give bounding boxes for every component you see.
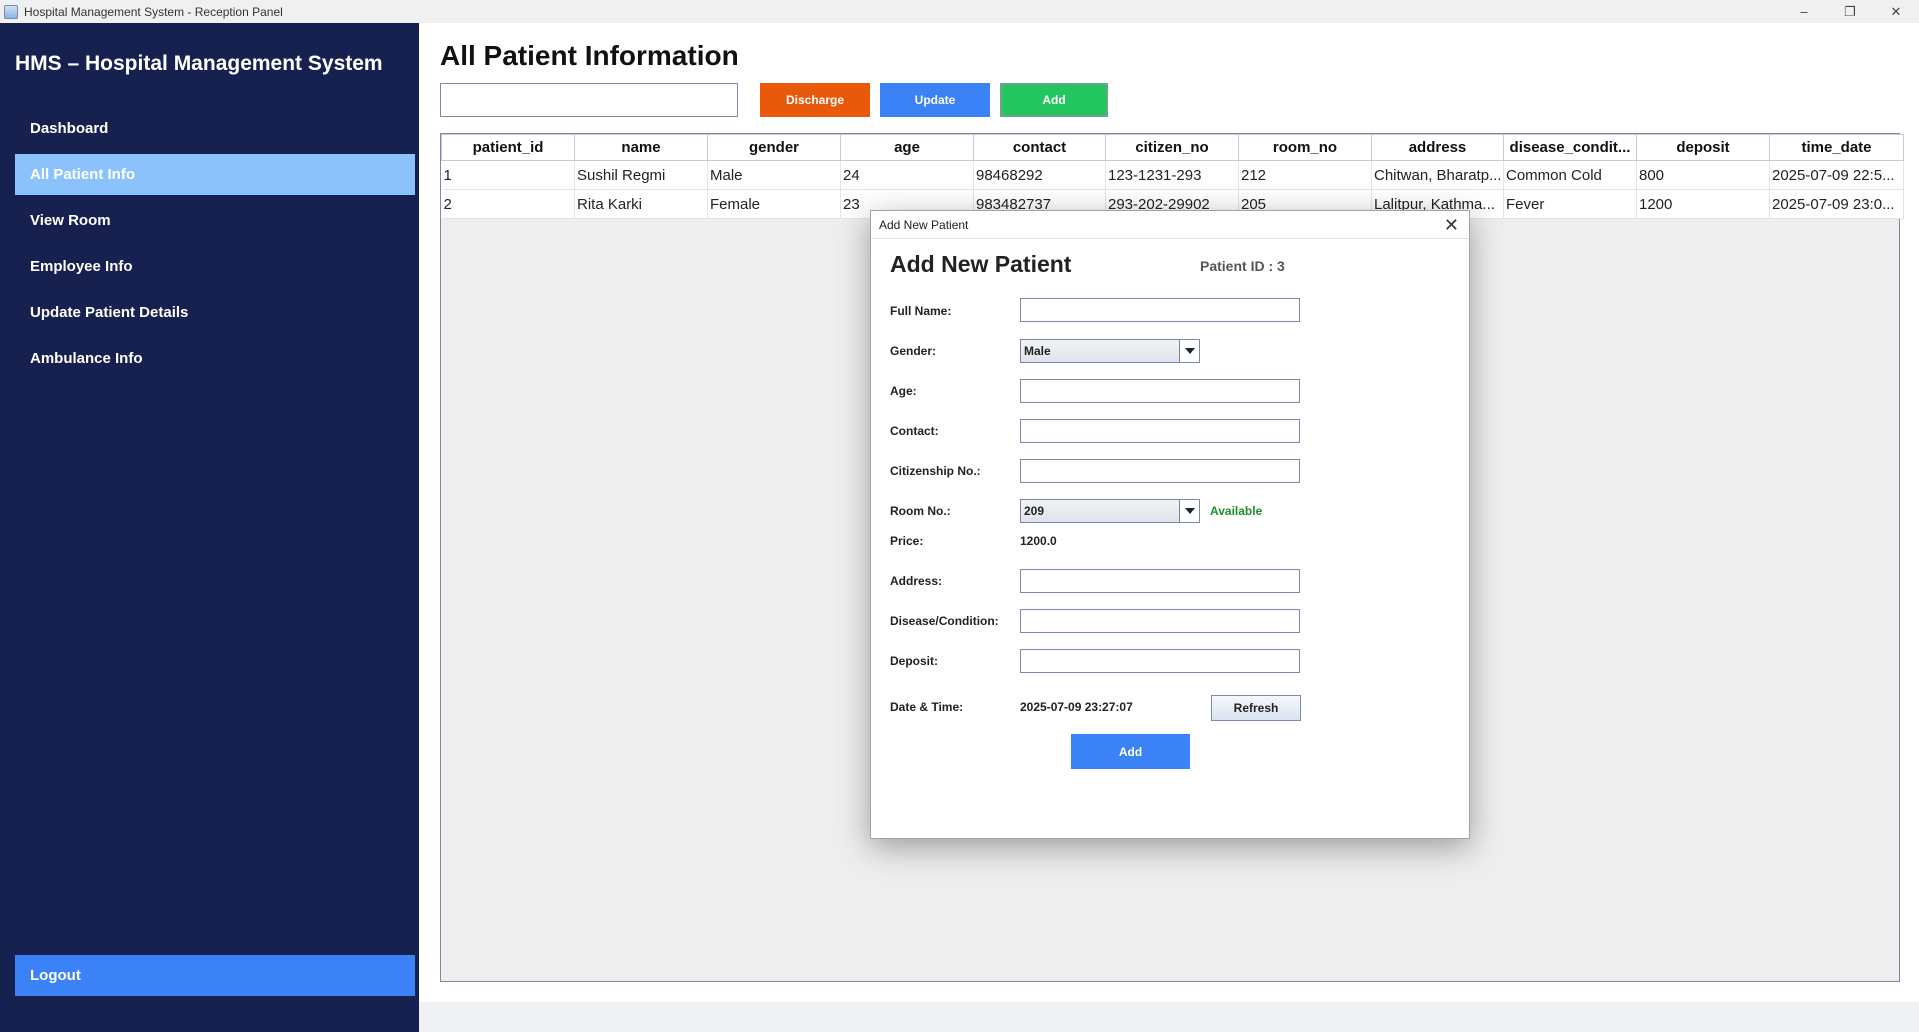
close-icon[interactable]: ✕ <box>1444 215 1459 236</box>
table-cell: 24 <box>840 160 974 190</box>
table-cell: Sushil Regmi <box>574 160 708 190</box>
sidebar-nav: Dashboard All Patient Info View Room Emp… <box>15 108 415 384</box>
table-cell: 2025-07-09 22:5... <box>1769 160 1904 190</box>
table-cell: 2025-07-09 23:0... <box>1769 189 1904 219</box>
column-header[interactable]: deposit <box>1636 134 1770 161</box>
sidebar-item-employee-info[interactable]: Employee Info <box>15 246 415 287</box>
dialog-add-button[interactable]: Add <box>1071 734 1190 769</box>
patient-table: patient_id name gender age contact citiz… <box>441 134 1904 219</box>
add-patient-dialog: Add New Patient ✕ Add New Patient Patien… <box>870 210 1470 839</box>
table-cell: Common Cold <box>1503 160 1637 190</box>
sidebar-item-view-room[interactable]: View Room <box>15 200 415 241</box>
column-header[interactable]: disease_condit... <box>1503 134 1637 161</box>
table-cell: Rita Karki <box>574 189 708 219</box>
window-title: Hospital Management System - Reception P… <box>24 4 283 19</box>
citizenship-field[interactable] <box>1020 459 1300 483</box>
sidebar: HMS – Hospital Management System Dashboa… <box>0 23 419 1032</box>
table-header-row: patient_id name gender age contact citiz… <box>441 134 1904 161</box>
dialog-titlebar: Add New Patient <box>871 211 1469 239</box>
dialog-window-title: Add New Patient <box>879 217 969 232</box>
sidebar-item-all-patient-info[interactable]: All Patient Info <box>15 154 415 195</box>
table-cell: 1200 <box>1636 189 1770 219</box>
citizenship-label: Citizenship No.: <box>890 464 981 478</box>
sidebar-item-update-patient-details[interactable]: Update Patient Details <box>15 292 415 333</box>
contact-label: Contact: <box>890 424 939 438</box>
gender-select[interactable]: Male <box>1020 339 1200 363</box>
search-input[interactable] <box>440 83 738 117</box>
window-titlebar: Hospital Management System - Reception P… <box>0 0 1919 23</box>
close-window-icon[interactable]: ✕ <box>1873 0 1919 23</box>
datetime-label: Date & Time: <box>890 700 964 714</box>
column-header[interactable]: time_date <box>1769 134 1904 161</box>
column-header[interactable]: name <box>574 134 708 161</box>
chevron-down-icon[interactable] <box>1179 340 1199 362</box>
table-cell: 123-1231-293 <box>1105 160 1239 190</box>
sidebar-item-ambulance-info[interactable]: Ambulance Info <box>15 338 415 379</box>
table-cell: Male <box>707 160 841 190</box>
refresh-button[interactable]: Refresh <box>1211 695 1301 721</box>
table-cell: 98468292 <box>973 160 1106 190</box>
address-field[interactable] <box>1020 569 1300 593</box>
column-header[interactable]: patient_id <box>441 134 575 161</box>
full-name-field[interactable] <box>1020 298 1300 322</box>
room-selected-value: 209 <box>1024 504 1045 518</box>
logout-button[interactable]: Logout <box>15 955 415 996</box>
disease-field[interactable] <box>1020 609 1300 633</box>
age-label: Age: <box>890 384 917 398</box>
table-cell: Female <box>707 189 841 219</box>
update-button[interactable]: Update <box>880 83 990 117</box>
contact-field[interactable] <box>1020 419 1300 443</box>
table-row[interactable]: 1 Sushil Regmi Male 24 98468292 123-1231… <box>441 160 1904 190</box>
room-select[interactable]: 209 <box>1020 499 1200 523</box>
age-field[interactable] <box>1020 379 1300 403</box>
address-label: Address: <box>890 574 943 588</box>
restore-icon[interactable]: ❐ <box>1827 0 1873 23</box>
column-header[interactable]: contact <box>973 134 1106 161</box>
gender-label: Gender: <box>890 344 937 358</box>
disease-label: Disease/Condition: <box>890 614 999 628</box>
column-header[interactable]: age <box>840 134 974 161</box>
room-label: Room No.: <box>890 504 951 518</box>
sidebar-item-dashboard[interactable]: Dashboard <box>15 108 415 149</box>
app-brand-title: HMS – Hospital Management System <box>15 52 383 75</box>
table-cell: 1 <box>441 160 575 190</box>
column-header[interactable]: room_no <box>1238 134 1372 161</box>
window-controls: – ❐ ✕ <box>1781 0 1919 23</box>
discharge-button[interactable]: Discharge <box>760 83 870 117</box>
gender-selected-value: Male <box>1024 344 1051 358</box>
chevron-down-icon[interactable] <box>1179 500 1199 522</box>
column-header[interactable]: citizen_no <box>1105 134 1239 161</box>
page-title: All Patient Information <box>440 40 739 71</box>
price-label: Price: <box>890 534 924 548</box>
deposit-field[interactable] <box>1020 649 1300 673</box>
dialog-heading: Add New Patient <box>890 251 1072 277</box>
datetime-value: 2025-07-09 23:27:07 <box>1020 700 1133 714</box>
table-cell: 2 <box>441 189 575 219</box>
room-availability-status: Available <box>1210 504 1263 518</box>
table-cell: 212 <box>1238 160 1372 190</box>
price-value: 1200.0 <box>1020 534 1057 548</box>
status-strip <box>419 1002 1919 1032</box>
add-button[interactable]: Add <box>1000 83 1108 117</box>
table-cell: 800 <box>1636 160 1770 190</box>
patient-id-label: Patient ID : 3 <box>1200 258 1285 274</box>
column-header[interactable]: gender <box>707 134 841 161</box>
table-cell: Chitwan, Bharatp... <box>1371 160 1504 190</box>
full-name-label: Full Name: <box>890 304 952 318</box>
java-app-icon <box>4 4 18 19</box>
deposit-label: Deposit: <box>890 654 938 668</box>
column-header[interactable]: address <box>1371 134 1504 161</box>
minimize-icon[interactable]: – <box>1781 0 1827 23</box>
table-cell: Fever <box>1503 189 1637 219</box>
